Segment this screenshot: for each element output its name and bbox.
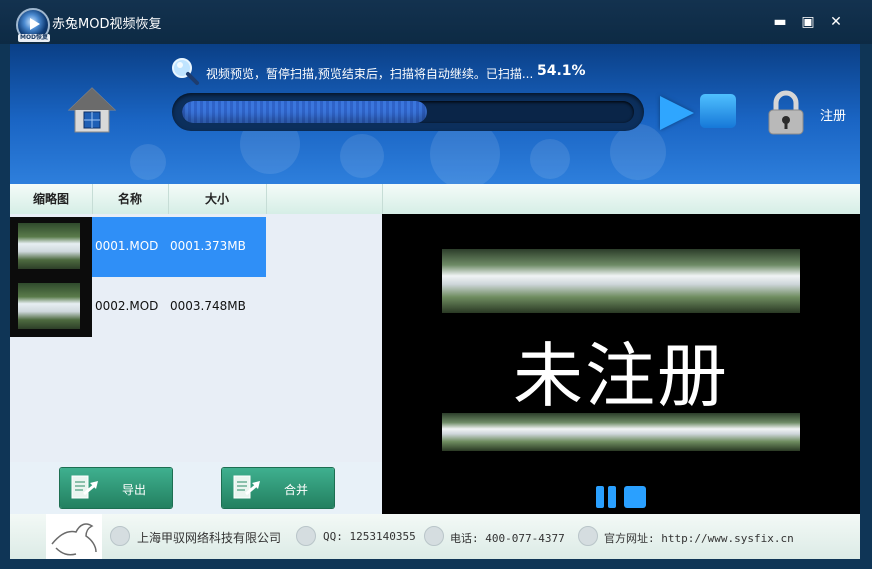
website-link[interactable]: 官方网址: http://www.sysfix.cn bbox=[604, 530, 794, 546]
app-window: MOD恢复 赤兔MOD视频恢复 ▬ ▣ ✕ 视频预览，暂停扫描,预览结束后，扫描… bbox=[0, 0, 872, 569]
merge-button[interactable]: 合并 bbox=[222, 468, 334, 508]
merge-label: 合并 bbox=[284, 483, 309, 497]
home-icon[interactable] bbox=[66, 84, 118, 136]
export-button[interactable]: 导出 bbox=[60, 468, 172, 508]
file-list: 0001.MOD 0001.373MB 0002.MOD 0003.748MB bbox=[10, 214, 382, 462]
preview-frame-bottom bbox=[442, 413, 800, 451]
phone-icon bbox=[424, 526, 444, 546]
column-header-size[interactable]: 大小 bbox=[168, 184, 267, 214]
scan-status-text: 视频预览，暂停扫描,预览结束后，扫描将自动继续。已扫描... bbox=[206, 67, 534, 81]
file-name: 0001.MOD bbox=[95, 239, 159, 253]
footer: 上海甲驭网络科技有限公司 QQ: 1253140355 电话: 400-077-… bbox=[10, 514, 860, 559]
preview-frame-top bbox=[442, 249, 800, 313]
lock-icon[interactable] bbox=[766, 90, 806, 136]
export-label: 导出 bbox=[122, 483, 147, 497]
file-size: 0001.373MB bbox=[170, 239, 246, 253]
table-header: 缩略图 名称 大小 bbox=[10, 184, 860, 215]
phone-number: 电话: 400-077-4377 bbox=[450, 532, 565, 545]
preview-stop-button[interactable] bbox=[624, 486, 646, 508]
column-header-thumbnail[interactable]: 缩略图 bbox=[10, 184, 93, 214]
scan-progress-bar bbox=[172, 93, 644, 131]
pause-button[interactable] bbox=[596, 486, 618, 508]
table-row[interactable]: 0001.MOD 0001.373MB bbox=[10, 217, 266, 277]
video-preview: 未注册 bbox=[382, 214, 860, 514]
video-thumbnail bbox=[10, 217, 92, 277]
file-name: 0002.MOD bbox=[95, 299, 159, 313]
qq-number: QQ: 1253140355 bbox=[323, 530, 416, 543]
app-title: 赤兔MOD视频恢复 bbox=[52, 17, 162, 32]
register-link[interactable]: 注册 bbox=[820, 105, 846, 124]
maximize-button[interactable]: ▣ bbox=[798, 12, 818, 32]
title-bar: MOD恢复 赤兔MOD视频恢复 ▬ ▣ ✕ bbox=[0, 0, 872, 44]
scan-progress-fill bbox=[182, 101, 427, 123]
scan-progress-percent: 54.1% bbox=[537, 63, 586, 79]
globe-icon bbox=[578, 526, 598, 546]
minimize-button[interactable]: ▬ bbox=[770, 12, 790, 32]
column-header-name[interactable]: 名称 bbox=[92, 184, 169, 214]
merge-icon bbox=[233, 475, 260, 499]
unregistered-watermark: 未注册 bbox=[513, 335, 729, 417]
stop-button[interactable] bbox=[700, 94, 736, 128]
qq-icon bbox=[296, 526, 316, 546]
video-thumbnail bbox=[10, 277, 92, 337]
table-row[interactable]: 0002.MOD 0003.748MB bbox=[10, 277, 266, 337]
close-button[interactable]: ✕ bbox=[826, 12, 846, 32]
play-button[interactable] bbox=[660, 96, 694, 130]
company-icon bbox=[110, 526, 130, 546]
header-banner: 视频预览，暂停扫描,预览结束后，扫描将自动继续。已扫描... 54.1% 注册 bbox=[10, 44, 860, 184]
company-name: 上海甲驭网络科技有限公司 bbox=[137, 531, 282, 545]
app-logo-tag: MOD恢复 bbox=[18, 34, 50, 42]
horse-logo bbox=[46, 514, 102, 559]
export-icon bbox=[71, 475, 98, 499]
search-icon bbox=[172, 58, 199, 85]
file-size: 0003.748MB bbox=[170, 299, 246, 313]
app-logo-icon: MOD恢复 bbox=[16, 8, 50, 42]
